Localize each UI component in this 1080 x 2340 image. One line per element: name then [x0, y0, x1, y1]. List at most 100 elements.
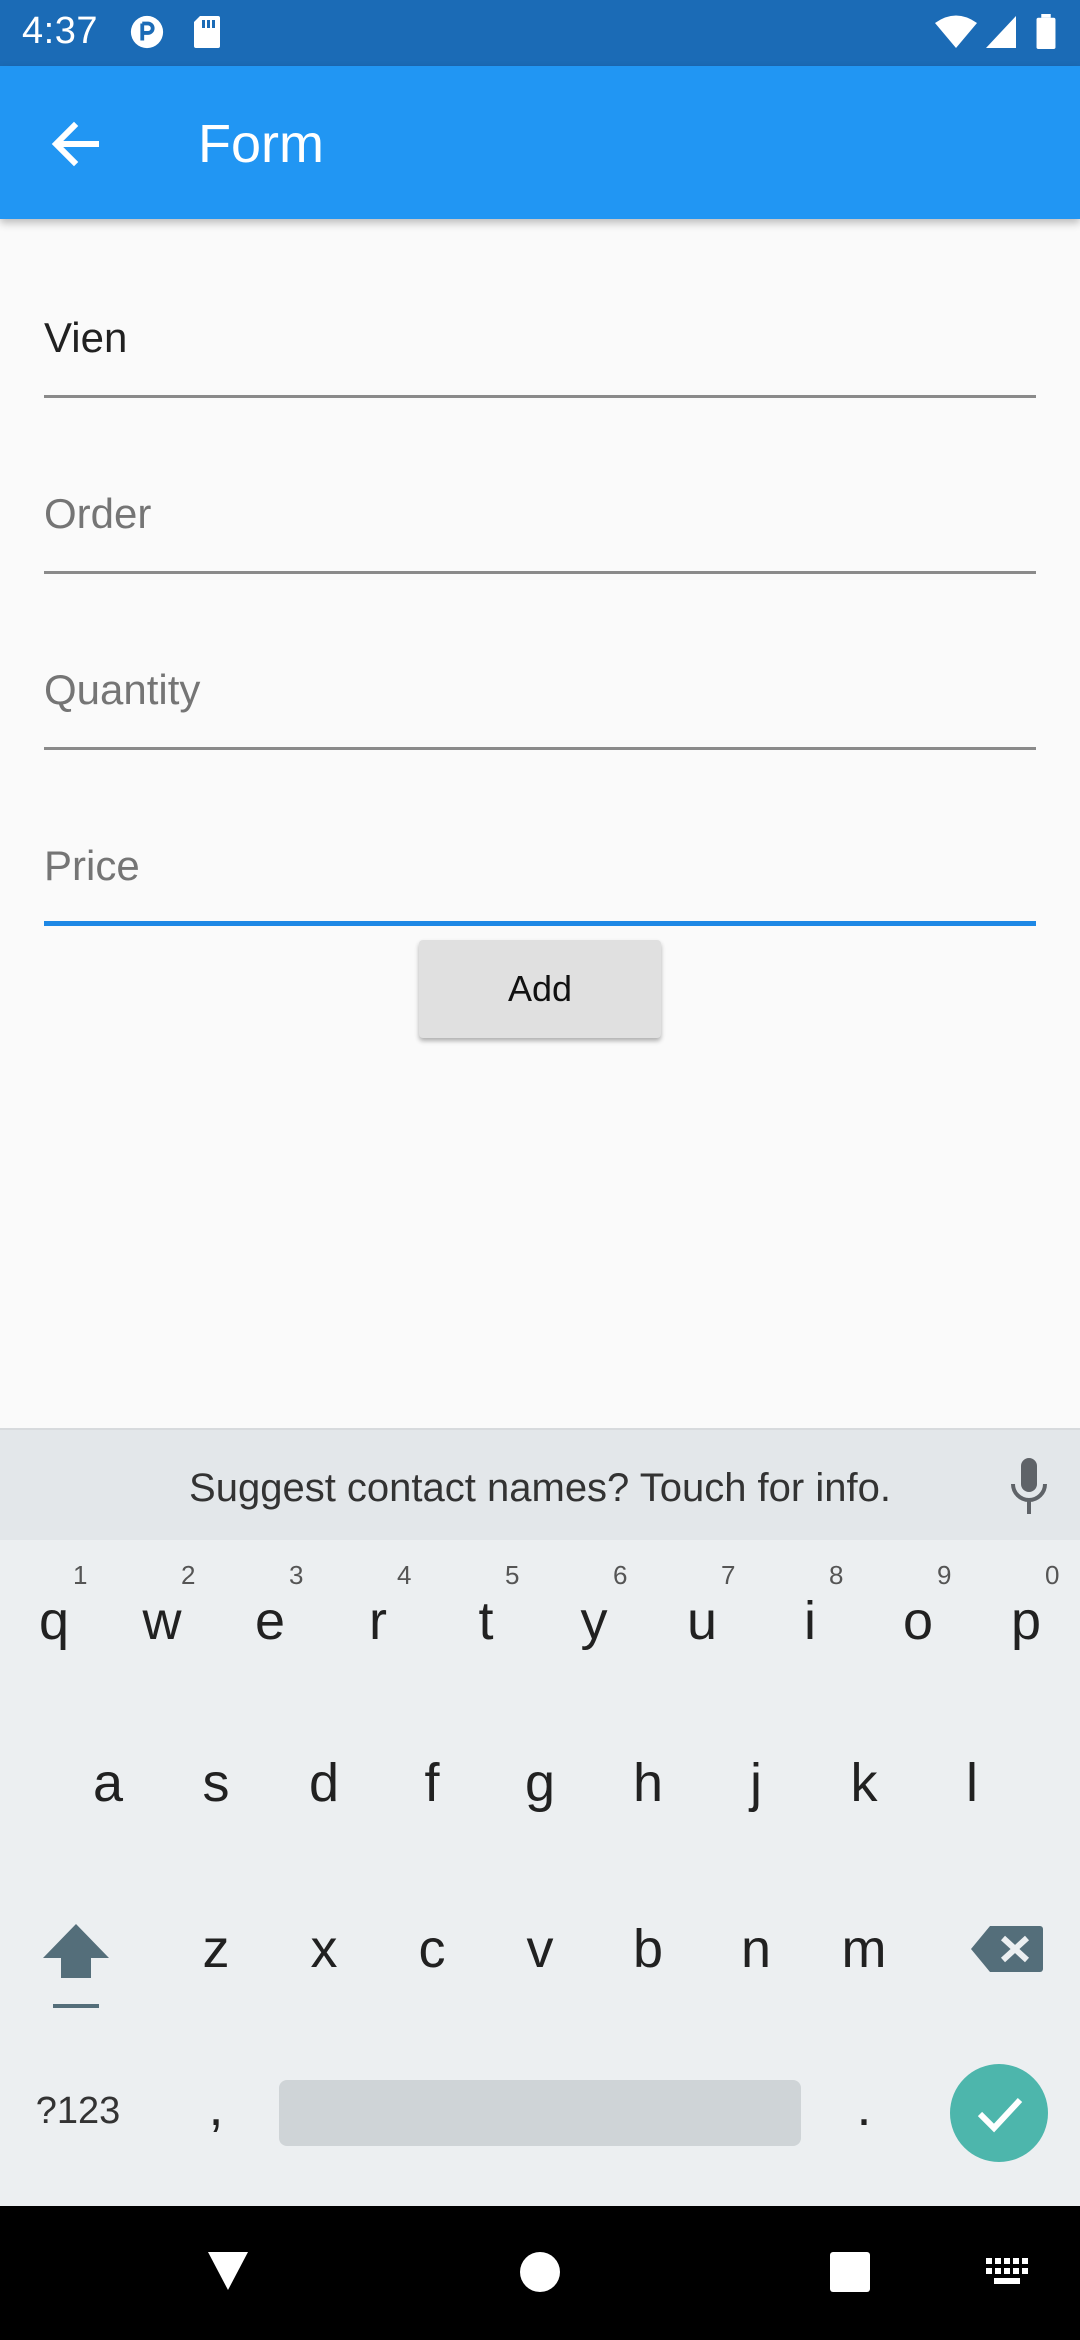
quantity-field-underline [44, 747, 1036, 750]
quantity-field[interactable]: Quantity [44, 630, 1036, 750]
key-l[interactable]: l [927, 1756, 1017, 1810]
signal-icon [986, 16, 1016, 48]
backspace-key[interactable] [970, 1924, 1044, 1979]
key-i-hint: 8 [829, 1560, 844, 1590]
key-h[interactable]: h [603, 1756, 693, 1810]
key-p[interactable]: p0 [981, 1560, 1071, 1651]
key-k[interactable]: k [819, 1756, 909, 1810]
key-o[interactable]: o9 [873, 1560, 963, 1651]
price-field-underline [44, 921, 1036, 926]
key-t[interactable]: t5 [441, 1560, 531, 1651]
key-u-label: u [686, 1591, 718, 1651]
key-z[interactable]: z [171, 1922, 261, 1976]
status-time: 4:37 [22, 10, 98, 52]
key-y-hint: 6 [613, 1560, 628, 1590]
key-b[interactable]: b [603, 1922, 693, 1976]
key-k-label: k [850, 1753, 878, 1813]
key-e[interactable]: e3 [225, 1560, 315, 1651]
key-w[interactable]: w2 [117, 1560, 207, 1651]
key-c[interactable]: c [387, 1922, 477, 1976]
key-r-hint: 4 [397, 1560, 412, 1590]
suggestion-text[interactable]: Suggest contact names? Touch for info. [0, 1466, 1080, 1511]
key-o-label: o [902, 1591, 934, 1651]
key-v[interactable]: v [495, 1922, 585, 1976]
p-app-icon [130, 15, 164, 49]
period-key-label: . [856, 2077, 872, 2137]
price-field[interactable]: Price [44, 806, 1036, 926]
sd-card-icon [194, 16, 220, 48]
space-key[interactable] [279, 2080, 801, 2146]
key-t-hint: 5 [505, 1560, 520, 1590]
battery-icon [1036, 14, 1056, 50]
key-y[interactable]: y6 [549, 1560, 639, 1651]
order-field-underline [44, 571, 1036, 574]
key-i-label: i [804, 1591, 816, 1651]
keyboard-switch-icon[interactable] [986, 2258, 1030, 2286]
suggestion-strip[interactable]: Suggest contact names? Touch for info. [0, 1428, 1080, 1540]
price-field-placeholder: Price [44, 842, 140, 889]
key-y-label: y [580, 1591, 608, 1651]
key-j-label: j [750, 1753, 762, 1813]
key-u-hint: 7 [721, 1560, 736, 1590]
enter-key[interactable] [950, 2064, 1048, 2162]
period-key[interactable]: . [834, 2080, 894, 2134]
order-field[interactable]: Order [44, 454, 1036, 574]
status-bar: 4:37 [0, 0, 1080, 66]
microphone-icon[interactable] [1004, 1456, 1054, 1518]
arrow-back-icon[interactable] [44, 112, 108, 176]
key-d[interactable]: d [279, 1756, 369, 1810]
key-l-label: l [966, 1753, 978, 1813]
key-g[interactable]: g [495, 1756, 585, 1810]
key-f[interactable]: f [387, 1756, 477, 1810]
key-q[interactable]: q1 [9, 1560, 99, 1651]
key-g-label: g [524, 1753, 556, 1813]
key-x-label: x [310, 1919, 338, 1979]
recents-square-icon[interactable] [830, 2252, 870, 2292]
check-icon [977, 2097, 1023, 2133]
app-bar: Form [0, 66, 1080, 219]
key-d-label: d [308, 1753, 340, 1813]
key-p-label: p [1010, 1591, 1042, 1651]
shift-arrow-icon [43, 1924, 109, 2008]
key-w-label: w [142, 1591, 182, 1651]
key-s[interactable]: s [171, 1756, 261, 1810]
name-field[interactable]: Vien [44, 278, 1036, 398]
key-f-label: f [424, 1753, 440, 1813]
key-t-label: t [478, 1591, 494, 1651]
system-nav-bar [0, 2206, 1080, 2340]
key-n[interactable]: n [711, 1922, 801, 1976]
symbols-key-label: ?123 [35, 2090, 121, 2132]
key-a[interactable]: a [63, 1756, 153, 1810]
wifi-icon [935, 15, 977, 48]
key-e-label: e [254, 1591, 286, 1651]
comma-key-label: , [208, 2077, 224, 2137]
key-r-label: r [369, 1591, 387, 1651]
key-m-label: m [841, 1919, 887, 1979]
key-m[interactable]: m [819, 1922, 909, 1976]
key-c-label: c [418, 1919, 446, 1979]
key-q-label: q [38, 1591, 70, 1651]
key-o-hint: 9 [937, 1560, 952, 1590]
backspace-icon [971, 1926, 1043, 1972]
shift-key[interactable] [36, 1920, 116, 2017]
home-circle-icon[interactable] [520, 2252, 560, 2292]
key-i[interactable]: i8 [765, 1560, 855, 1651]
key-h-label: h [632, 1753, 664, 1813]
name-field-value: Vien [44, 314, 128, 361]
key-z-label: z [202, 1919, 230, 1979]
key-b-label: b [632, 1919, 664, 1979]
name-field-underline [44, 395, 1036, 398]
page-title: Form [198, 114, 324, 174]
key-q-hint: 1 [73, 1560, 88, 1590]
key-j[interactable]: j [711, 1756, 801, 1810]
key-x[interactable]: x [279, 1922, 369, 1976]
key-e-hint: 3 [289, 1560, 304, 1590]
back-triangle-icon[interactable] [206, 2250, 250, 2292]
key-u[interactable]: u7 [657, 1560, 747, 1651]
symbols-key[interactable]: ?123 [18, 2090, 138, 2133]
comma-key[interactable]: , [186, 2080, 246, 2134]
key-r[interactable]: r4 [333, 1560, 423, 1651]
key-v-label: v [526, 1919, 554, 1979]
add-button[interactable]: Add [419, 940, 661, 1038]
key-a-label: a [92, 1753, 124, 1813]
